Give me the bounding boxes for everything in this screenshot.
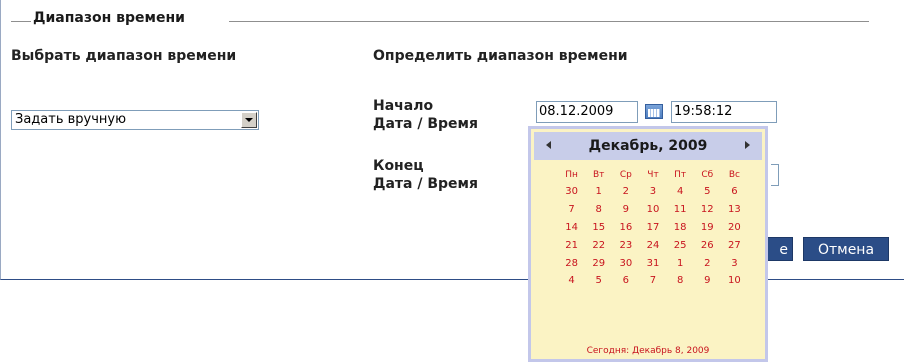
end-label-line1: Конец xyxy=(373,158,424,174)
calendar-day[interactable]: 3 xyxy=(639,183,666,201)
weekday-label: Вт xyxy=(593,170,605,180)
calendar-icon[interactable] xyxy=(645,104,663,119)
calendar-day[interactable]: 22 xyxy=(585,236,612,254)
calendar-day[interactable]: 5 xyxy=(694,183,721,201)
calendar-day[interactable]: 30 xyxy=(558,183,585,201)
calendar-day[interactable]: 8 xyxy=(667,272,694,290)
calendar-day[interactable]: 1 xyxy=(667,254,694,272)
calendar-day[interactable]: 30 xyxy=(612,254,639,272)
calendar-grid: Пн Вт Ср Чт Пт Сб Вс 30 1 2 3 4 5 6 7 8 9 10 11 12 13 14 15 16… xyxy=(558,167,748,290)
calendar-week-row: 7 8 9 10 11 12 13 xyxy=(558,201,748,219)
fieldset-border xyxy=(11,21,31,22)
start-label-line2: Дата / Время xyxy=(373,116,478,132)
calendar-day[interactable]: 5 xyxy=(585,272,612,290)
calendar-day[interactable]: 10 xyxy=(639,201,666,219)
calendar-weeks: 30 1 2 3 4 5 6 7 8 9 10 11 12 13 14 15 16 17 18 19 20 21 22 23 2… xyxy=(558,183,748,290)
range-select-value: Задать вручную xyxy=(15,112,127,127)
weekday-label: Вс xyxy=(728,170,740,180)
calendar-day[interactable]: 6 xyxy=(721,183,748,201)
end-label: Конец Дата / Время xyxy=(373,157,478,193)
weekday-label: Пн xyxy=(565,170,578,180)
define-range-title: Определить диапазон времени xyxy=(373,48,628,64)
calendar-day[interactable]: 28 xyxy=(558,254,585,272)
calendar-day[interactable]: 7 xyxy=(639,272,666,290)
calendar-week-row: 4 5 6 7 8 9 10 xyxy=(558,272,748,290)
weekday-row: Пн Вт Ср Чт Пт Сб Вс xyxy=(558,167,748,183)
start-date-input[interactable]: 08.12.2009 xyxy=(536,101,638,123)
chevron-right-icon[interactable] xyxy=(745,141,750,149)
calendar-day[interactable]: 9 xyxy=(694,272,721,290)
calendar-day[interactable]: 3 xyxy=(721,254,748,272)
start-time-input[interactable]: 19:58:12 xyxy=(671,101,777,123)
calendar-day[interactable]: 15 xyxy=(585,219,612,237)
calendar-day[interactable]: 31 xyxy=(639,254,666,272)
calendar-popup: Декабрь, 2009 Пн Вт Ср Чт Пт Сб Вс 30 1 2 3 4 5 6 7 8 9… xyxy=(528,126,768,362)
calendar-day[interactable]: 11 xyxy=(667,201,694,219)
cancel-button[interactable]: Отмена xyxy=(803,237,889,261)
range-select[interactable]: Задать вручную xyxy=(11,110,259,130)
calendar-day[interactable]: 19 xyxy=(694,219,721,237)
calendar-header: Декабрь, 2009 xyxy=(534,132,762,160)
calendar-day[interactable]: 20 xyxy=(721,219,748,237)
calendar-week-row: 21 22 23 24 25 26 27 xyxy=(558,236,748,254)
calendar-week-row: 28 29 30 31 1 2 3 xyxy=(558,254,748,272)
calendar-day[interactable]: 2 xyxy=(612,183,639,201)
calendar-day[interactable]: 29 xyxy=(585,254,612,272)
calendar-week-row: 14 15 16 17 18 19 20 xyxy=(558,219,748,237)
chevron-down-icon[interactable] xyxy=(241,112,257,128)
end-time-input[interactable] xyxy=(771,164,779,186)
end-label-line2: Дата / Время xyxy=(373,176,478,192)
calendar-day[interactable]: 9 xyxy=(612,201,639,219)
time-range-panel: Диапазон времени Выбрать диапазон времен… xyxy=(0,0,904,280)
fieldset-legend: Диапазон времени xyxy=(33,10,185,26)
calendar-day[interactable]: 8 xyxy=(585,201,612,219)
fieldset-border xyxy=(229,21,869,22)
calendar-week-row: 30 1 2 3 4 5 6 xyxy=(558,183,748,201)
start-label: Начало Дата / Время xyxy=(373,97,478,133)
calendar-month-title: Декабрь, 2009 xyxy=(588,138,708,154)
weekday-label: Ср xyxy=(619,170,632,180)
select-range-title: Выбрать диапазон времени xyxy=(11,48,237,64)
calendar-day[interactable]: 12 xyxy=(694,201,721,219)
calendar-day[interactable]: 21 xyxy=(558,236,585,254)
calendar-day[interactable]: 26 xyxy=(694,236,721,254)
weekday-label: Пт xyxy=(674,170,687,180)
calendar-day[interactable]: 27 xyxy=(721,236,748,254)
start-label-line1: Начало xyxy=(373,98,434,114)
calendar-day[interactable]: 7 xyxy=(558,201,585,219)
calendar-day[interactable]: 13 xyxy=(721,201,748,219)
weekday-label: Чт xyxy=(647,170,659,180)
calendar-day[interactable]: 23 xyxy=(612,236,639,254)
weekday-label: Сб xyxy=(701,170,714,180)
calendar-day[interactable]: 17 xyxy=(639,219,666,237)
calendar-day[interactable]: 18 xyxy=(667,219,694,237)
calendar-day[interactable]: 6 xyxy=(612,272,639,290)
calendar-day[interactable]: 14 xyxy=(558,219,585,237)
calendar-day[interactable]: 1 xyxy=(585,183,612,201)
calendar-day[interactable]: 2 xyxy=(694,254,721,272)
calendar-day[interactable]: 10 xyxy=(721,272,748,290)
calendar-day[interactable]: 4 xyxy=(667,183,694,201)
calendar-day[interactable]: 24 xyxy=(639,236,666,254)
calendar-day[interactable]: 25 xyxy=(667,236,694,254)
today-link[interactable]: Сегодня: Декабрь 8, 2009 xyxy=(531,346,765,356)
calendar-day[interactable]: 4 xyxy=(558,272,585,290)
calendar-day[interactable]: 16 xyxy=(612,219,639,237)
